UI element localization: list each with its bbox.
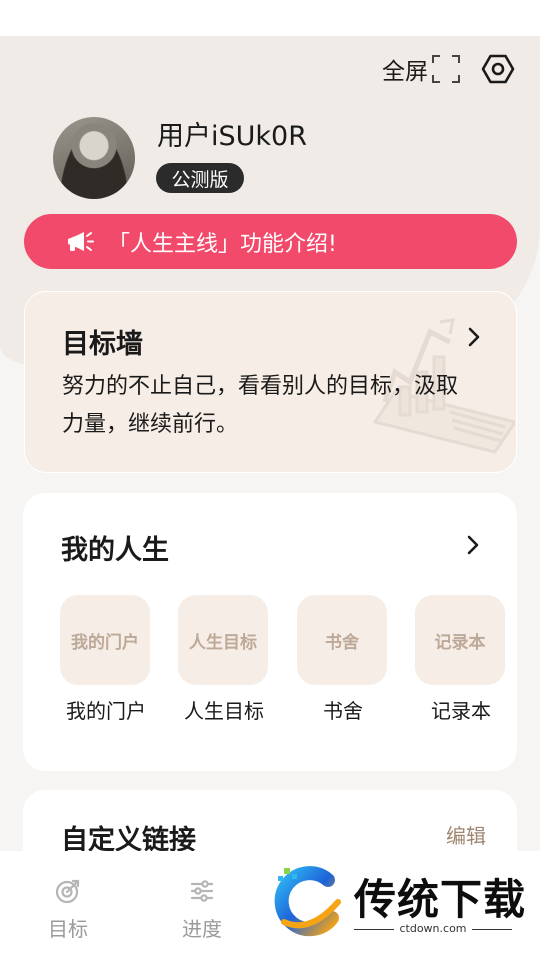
- goal-wall-title: 目标墙: [62, 329, 143, 360]
- feature-intro-banner[interactable]: 「人生主线」功能介绍!: [24, 214, 517, 269]
- goal-wall-card[interactable]: 目标墙 努力的不止自己，看看别人的目标，汲取力量，继续前行。: [24, 291, 517, 473]
- fullscreen-label: 全屏: [382, 59, 428, 85]
- fullscreen-button[interactable]: 全屏: [382, 52, 460, 86]
- settings-button[interactable]: [480, 51, 516, 87]
- chevron-right-icon: [468, 327, 480, 347]
- nav-label: 进度: [182, 917, 222, 941]
- nav-tab-progress[interactable]: 进度: [167, 877, 237, 942]
- status-bar: [0, 0, 540, 36]
- chevron-right-icon[interactable]: [461, 533, 485, 557]
- quick-item-label: 人生目标: [184, 699, 264, 723]
- quick-tile: 书舍: [297, 595, 387, 685]
- quick-item-portal[interactable]: 我的门户 我的门户: [60, 595, 152, 724]
- quick-item-label: 书舍: [323, 699, 363, 723]
- goal-wall-description: 努力的不止自己，看看别人的目标，汲取力量，继续前行。: [62, 374, 459, 437]
- beta-badge: 公测版: [156, 163, 244, 193]
- nav-tab-goals[interactable]: 目标: [33, 877, 103, 942]
- quick-item-life-goals[interactable]: 人生目标 人生目标: [178, 595, 270, 724]
- my-life-title: 我的人生: [61, 535, 169, 566]
- target-icon: [55, 879, 80, 904]
- watermark-logo: 传统下载 ctdown.com: [264, 858, 526, 944]
- quick-item-label: 记录本: [431, 699, 491, 723]
- banner-text: 「人生主线」功能介绍!: [108, 231, 337, 257]
- username: 用户iSUk0R: [157, 121, 307, 152]
- quick-item-bookhouse[interactable]: 书舍 书舍: [297, 595, 389, 724]
- megaphone-icon: [68, 231, 94, 251]
- quick-tile: 人生目标: [178, 595, 268, 685]
- my-life-card: 我的人生 我的门户 我的门户 人生目标 人生目标 书舍 书舍 记录本 记录本: [23, 493, 517, 771]
- watermark-text: 传统下载: [354, 875, 527, 924]
- watermark-url: ctdown.com: [354, 922, 512, 935]
- avatar[interactable]: [53, 117, 135, 199]
- sliders-icon: [190, 880, 214, 902]
- quick-tile: 我的门户: [60, 595, 150, 685]
- fullscreen-icon: [432, 55, 460, 83]
- quick-tile: 记录本: [415, 595, 505, 685]
- nav-label: 目标: [48, 917, 88, 941]
- ctdown-logo-icon: [274, 866, 341, 937]
- edit-links-button[interactable]: 编辑: [446, 820, 486, 849]
- quick-item-label: 我的门户: [66, 699, 146, 723]
- settings-hexagon-icon: [481, 54, 515, 84]
- quick-item-notebook[interactable]: 记录本 记录本: [415, 595, 507, 724]
